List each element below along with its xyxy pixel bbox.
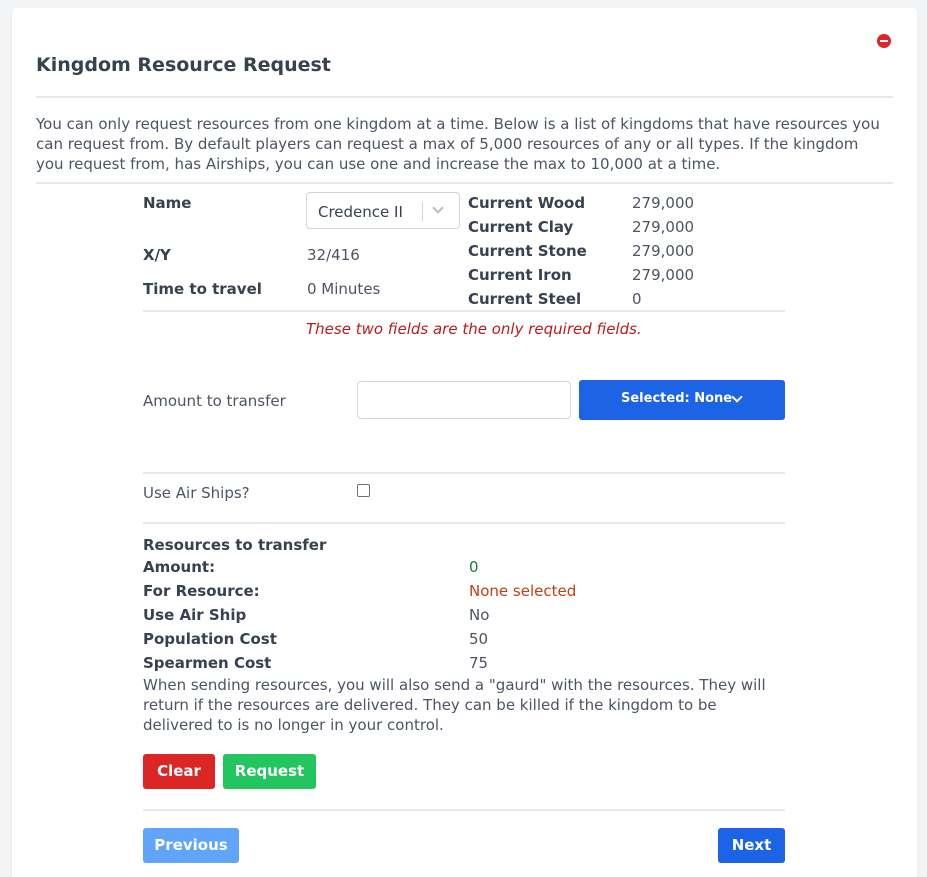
chevron-down-icon[interactable] [432, 202, 444, 214]
summary-heading: Resources to transfer [143, 536, 327, 554]
info-divider [143, 310, 785, 312]
request-button[interactable]: Request [223, 754, 316, 789]
name-label: Name [143, 194, 192, 212]
resource-label: Current Steel [468, 290, 582, 308]
summary-airship-label: Use Air Ship [143, 606, 247, 624]
airship-label: Use Air Ships? [143, 484, 250, 502]
chevron-down-icon [731, 391, 743, 403]
amount-input[interactable] [357, 381, 571, 419]
summary-airship-value: No [469, 606, 490, 624]
minus-circle-icon[interactable] [877, 34, 891, 48]
intro-text: You can only request resources from one … [36, 115, 880, 173]
select-separator [422, 202, 423, 221]
population-cost-label: Population Cost [143, 630, 277, 648]
intro-divider [36, 182, 893, 184]
resource-value: 279,000 [632, 242, 695, 260]
resource-value: 279,000 [632, 194, 695, 212]
spearmen-cost-value: 75 [469, 654, 489, 672]
travel-time-label: Time to travel [143, 280, 262, 298]
xy-label: X/Y [143, 246, 171, 264]
actions-divider [143, 809, 785, 811]
xy-value: 32/416 [307, 246, 360, 264]
clear-button[interactable]: Clear [143, 754, 215, 789]
resource-value: 279,000 [632, 218, 695, 236]
airship-checkbox[interactable] [357, 484, 370, 497]
next-button[interactable]: Next [718, 828, 785, 863]
summary-resource-label: For Resource: [143, 582, 260, 600]
summary-resource-value: None selected [469, 582, 577, 600]
resource-label: Current Stone [468, 242, 587, 260]
resource-request-modal: Kingdom Resource Request You can only re… [12, 8, 917, 877]
travel-time-value: 0 Minutes [307, 280, 381, 298]
resource-label: Current Iron [468, 266, 572, 284]
resource-value: 279,000 [632, 266, 695, 284]
previous-button[interactable]: Previous [143, 828, 239, 863]
amount-label: Amount to transfer [143, 392, 286, 410]
summary-amount-value: 0 [469, 558, 479, 576]
airship-divider [143, 522, 785, 524]
kingdom-select[interactable]: Credence II [306, 192, 460, 229]
summary-amount-label: Amount: [143, 558, 216, 576]
kingdom-select-value: Credence II [318, 203, 403, 221]
resource-type-dropdown[interactable]: Selected: None [579, 380, 785, 420]
title-divider [36, 96, 893, 98]
resource-type-dropdown-label: Selected: None [621, 391, 733, 406]
resource-label: Current Clay [468, 218, 574, 236]
population-cost-value: 50 [469, 630, 489, 648]
modal-title: Kingdom Resource Request [36, 54, 331, 76]
guard-note: When sending resources, you will also se… [143, 676, 766, 734]
spearmen-cost-label: Spearmen Cost [143, 654, 272, 672]
amount-divider [143, 472, 785, 474]
resource-label: Current Wood [468, 194, 586, 212]
required-fields-note: These two fields are the only required f… [306, 320, 642, 338]
resource-value: 0 [632, 290, 642, 308]
